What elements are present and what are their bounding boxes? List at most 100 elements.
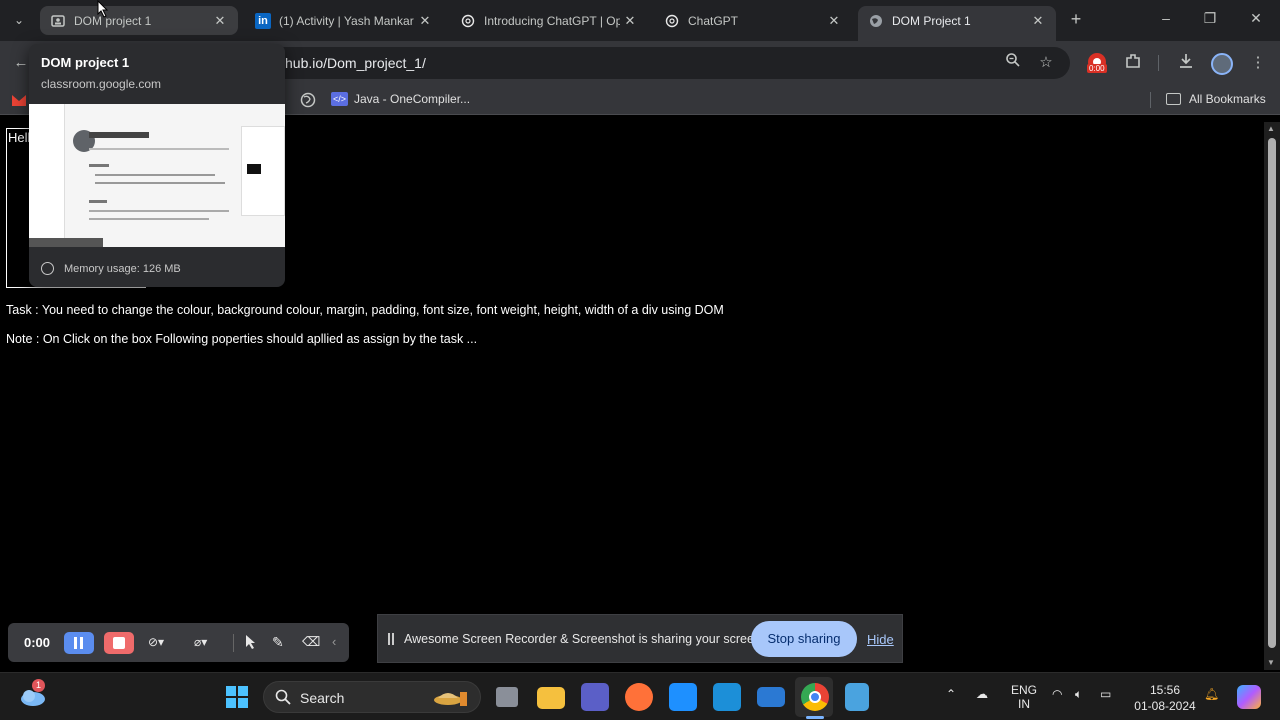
scrollbar-thumb[interactable]: [1268, 138, 1276, 648]
collapse-chevron-icon[interactable]: ‹: [332, 634, 344, 650]
stop-record-button[interactable]: [104, 632, 134, 654]
tab-close-icon[interactable]: ✕: [824, 13, 844, 29]
notepad-icon[interactable]: [845, 683, 869, 711]
vscode-icon[interactable]: [713, 683, 741, 711]
menu-kebab-icon[interactable]: ⋮: [1247, 52, 1269, 74]
azure-icon[interactable]: [669, 683, 697, 711]
chrome-icon[interactable]: [801, 683, 829, 711]
tab-close-icon[interactable]: ✕: [620, 13, 640, 29]
preview-mini-toolbar: [29, 238, 103, 247]
mic-off-icon[interactable]: ⌀▾: [194, 635, 214, 651]
tab-title: DOM Project 1: [892, 13, 971, 28]
preview-line: [89, 210, 229, 212]
extensions-icon[interactable]: [1122, 52, 1144, 74]
task-text: Task : You need to change the colour, ba…: [6, 303, 724, 317]
hide-banner-link[interactable]: Hide: [867, 632, 894, 647]
tab-linkedin-activity[interactable]: in (1) Activity | Yash Mankar ✕: [245, 6, 443, 35]
restore-button[interactable]: ❐: [1200, 10, 1220, 30]
eraser-tool-icon[interactable]: ⌫: [302, 634, 320, 650]
bookmark-star-icon[interactable]: ☆: [1035, 52, 1057, 74]
show-hidden-icons[interactable]: ⌃: [946, 687, 956, 701]
scroll-up-arrow-icon[interactable]: ▲: [1267, 124, 1275, 133]
notification-bell-icon[interactable]: 🔔︎: [1204, 687, 1219, 701]
tab-title: DOM project 1: [74, 13, 152, 28]
stop-sharing-button[interactable]: Stop sharing: [751, 621, 857, 657]
wifi-icon[interactable]: ◠: [1052, 687, 1062, 701]
tab-strip: ⌄ DOM project 1 ✕ in (1) Activity | Yash…: [0, 0, 1280, 41]
gmail-icon[interactable]: [12, 93, 26, 106]
memory-usage-label: Memory usage: 126 MB: [64, 262, 181, 275]
hover-card-title: DOM project 1: [41, 55, 130, 70]
note-text: Note : On Click on the box Following pop…: [6, 332, 478, 346]
preview-line: [95, 182, 225, 184]
address-bar[interactable]: hub.io/Dom_project_1/ ☆: [230, 47, 1070, 79]
search-icon: [275, 689, 291, 705]
pause-button[interactable]: [64, 632, 94, 654]
tab-dom-project-classroom[interactable]: DOM project 1 ✕: [40, 6, 238, 35]
weather-widget-icon[interactable]: 1: [18, 679, 48, 707]
tab-close-icon[interactable]: ✕: [415, 13, 435, 29]
language-top: ENG: [1010, 683, 1037, 697]
minimize-button[interactable]: –: [1156, 10, 1176, 30]
all-bookmarks-button[interactable]: All Bookmarks: [1166, 92, 1266, 106]
bookmark-onecompiler[interactable]: </> Java - OneCompiler...: [331, 92, 470, 106]
tab-search-button[interactable]: ⌄: [8, 10, 30, 32]
screen-recorder-extension[interactable]: 0:00: [1085, 52, 1109, 76]
mail-icon[interactable]: [757, 687, 785, 707]
hover-card-domain: classroom.google.com: [41, 77, 162, 91]
globe-bookmark-icon[interactable]: [300, 92, 316, 108]
code-icon: </>: [331, 92, 348, 106]
zoom-icon[interactable]: [1002, 52, 1024, 74]
language-indicator[interactable]: ENG IN: [1006, 683, 1042, 711]
tab-chatgpt[interactable]: ChatGPT ✕: [654, 6, 852, 35]
tab-dom-project-active[interactable]: DOM Project 1 ✕: [858, 6, 1056, 41]
file-explorer-icon[interactable]: [537, 687, 565, 709]
preview-left-rail: [29, 104, 65, 247]
battery-icon[interactable]: ▭: [1100, 687, 1111, 701]
teams-icon[interactable]: [581, 683, 609, 711]
mouse-cursor-icon: [97, 0, 109, 18]
screen-share-banner: Awesome Screen Recorder & Screenshot is …: [377, 614, 903, 663]
drag-handle-icon[interactable]: [388, 633, 394, 645]
scroll-down-arrow-icon[interactable]: ▼: [1267, 658, 1275, 667]
windows-start-icon[interactable]: [225, 685, 249, 709]
profile-avatar[interactable]: [1211, 53, 1233, 75]
tab-close-icon[interactable]: ✕: [210, 13, 230, 29]
search-highlight-icon: [432, 688, 472, 708]
windows-taskbar: 1 Search ⌃ ☁ ENG IN ◠ 🔈︎ ▭ 15:56 01-08-2…: [0, 672, 1280, 720]
preview-line: [89, 148, 229, 150]
memory-usage: Memory usage: 126 MB: [41, 262, 181, 275]
address-url[interactable]: hub.io/Dom_project_1/: [285, 55, 426, 71]
volume-icon[interactable]: 🔈︎: [1075, 687, 1082, 702]
openai-icon: [460, 13, 476, 29]
copilot-icon[interactable]: [1237, 685, 1261, 709]
new-tab-button[interactable]: +: [1066, 9, 1086, 29]
download-icon[interactable]: [1175, 52, 1197, 74]
gauge-icon: [41, 262, 54, 275]
stop-icon: [113, 637, 125, 649]
openai-icon: [664, 13, 680, 29]
taskbar-search[interactable]: Search: [263, 681, 481, 713]
tab-introducing-chatgpt[interactable]: Introducing ChatGPT | Op ✕: [450, 6, 648, 35]
toolbar-divider: [1158, 55, 1159, 71]
all-bookmarks-label: All Bookmarks: [1189, 92, 1266, 106]
tab-close-icon[interactable]: ✕: [1028, 13, 1048, 29]
camera-off-icon[interactable]: ⊘▾: [148, 635, 168, 651]
recorder-divider: [233, 634, 234, 652]
pen-tool-icon[interactable]: ✎: [272, 634, 288, 650]
cursor-tool-icon[interactable]: [245, 634, 259, 650]
preview-thumb-image: [247, 164, 261, 174]
task-view-icon[interactable]: [496, 687, 518, 707]
close-window-button[interactable]: ✕: [1246, 10, 1266, 30]
tab-preview-thumbnail: [29, 104, 285, 247]
pause-icon: [74, 637, 77, 649]
clock[interactable]: 15:56 01-08-2024: [1128, 682, 1202, 714]
box-text: Hell: [8, 130, 31, 145]
pause-icon-bar: [80, 637, 83, 649]
vertical-scrollbar[interactable]: ▲ ▼: [1264, 122, 1280, 670]
recorder-badge: 0:00: [1087, 64, 1107, 73]
clock-date: 01-08-2024: [1134, 699, 1196, 713]
firefox-icon[interactable]: [625, 683, 653, 711]
onedrive-icon[interactable]: ☁: [976, 687, 988, 701]
folder-icon: [1166, 93, 1181, 105]
